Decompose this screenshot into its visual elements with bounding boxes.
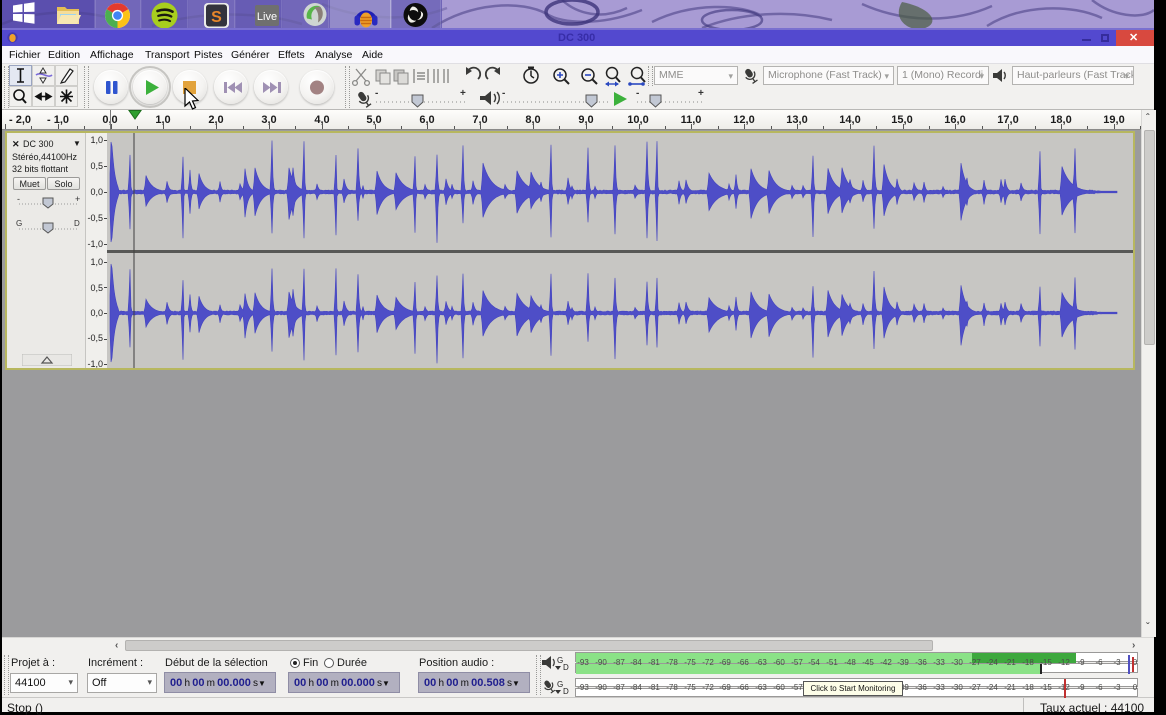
svg-text:+: +: [460, 88, 466, 99]
svg-text:-: -: [375, 88, 378, 99]
svg-text:Live: Live: [257, 11, 277, 23]
svg-text:-: -: [636, 88, 639, 99]
svg-text:-: -: [502, 88, 505, 99]
svg-text:D: D: [563, 687, 569, 696]
svg-text:G: G: [16, 219, 22, 228]
svg-text:-: -: [17, 194, 20, 204]
svg-text:D: D: [563, 663, 569, 672]
svg-text:D: D: [74, 219, 80, 228]
svg-text:+: +: [698, 88, 704, 99]
svg-text:+: +: [75, 194, 80, 204]
svg-text:S: S: [211, 9, 222, 26]
